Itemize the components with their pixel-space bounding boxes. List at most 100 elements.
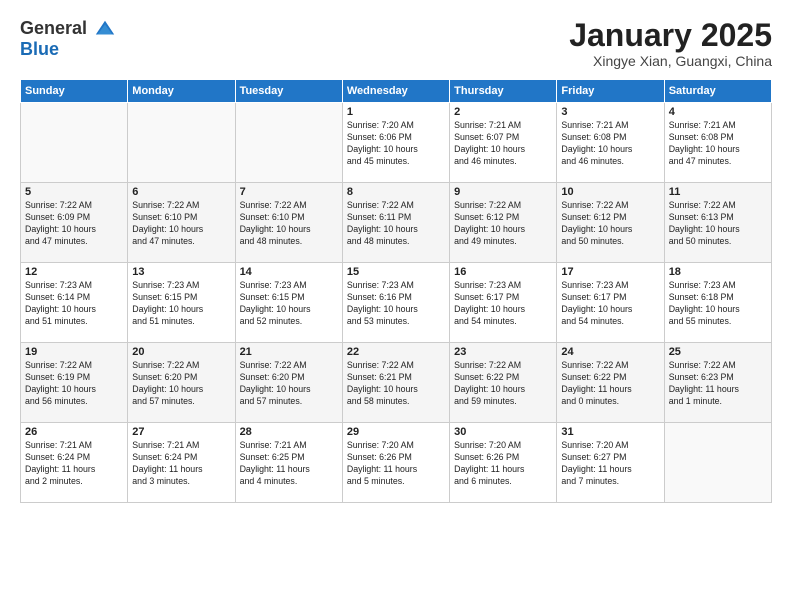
title-block: January 2025 Xingye Xian, Guangxi, China: [569, 18, 772, 69]
day-number: 10: [561, 186, 659, 198]
calendar-cell: [21, 103, 128, 183]
day-number: 22: [347, 346, 445, 358]
day-number: 25: [669, 346, 767, 358]
day-number: 15: [347, 266, 445, 278]
calendar-table: SundayMondayTuesdayWednesdayThursdayFrid…: [20, 79, 772, 503]
day-info: Sunrise: 7:23 AM Sunset: 6:15 PM Dayligh…: [240, 280, 338, 328]
calendar-cell: 31 Sunrise: 7:20 AM Sunset: 6:27 PM Dayli…: [557, 423, 664, 503]
calendar-title: January 2025: [569, 18, 772, 53]
calendar-cell: 14Sunrise: 7:23 AM Sunset: 6:15 PM Dayli…: [235, 263, 342, 343]
calendar-cell: 5Sunrise: 7:22 AM Sunset: 6:09 PM Daylig…: [21, 183, 128, 263]
weekday-header-wednesday: Wednesday: [342, 80, 449, 103]
day-number: 9: [454, 186, 552, 198]
day-number: 20: [132, 346, 230, 358]
day-number: 11: [669, 186, 767, 198]
weekday-header-saturday: Saturday: [664, 80, 771, 103]
day-number: 5: [25, 186, 123, 198]
calendar-cell: 6 Sunrise: 7:22 AM Sunset: 6:10 PM Daylig…: [128, 183, 235, 263]
logo-icon: [94, 18, 116, 40]
day-info: Sunrise: 7:22 AM Sunset: 6:22 PM Dayligh…: [561, 360, 659, 408]
day-info: Sunrise: 7:22 AM Sunset: 6:10 PM Dayligh…: [132, 200, 230, 248]
calendar-cell: [664, 423, 771, 503]
day-number: 27: [132, 426, 230, 438]
calendar-cell: 19 Sunrise: 7:22 AM Sunset: 6:19 PM Dayli…: [21, 343, 128, 423]
day-info: Sunrise: 7:22 AM Sunset: 6:20 PM Dayligh…: [132, 360, 230, 408]
day-number: 29: [347, 426, 445, 438]
day-number: 8: [347, 186, 445, 198]
calendar-week-1: 1Sunrise: 7:20 AM Sunset: 6:06 PM Daylig…: [21, 103, 772, 183]
calendar-cell: 24 Sunrise: 7:22 AM Sunset: 6:22 PM Dayli…: [557, 343, 664, 423]
calendar-cell: 29 Sunrise: 7:20 AM Sunset: 6:26 PM Dayli…: [342, 423, 449, 503]
calendar-cell: 3 Sunrise: 7:21 AM Sunset: 6:08 PM Daylig…: [557, 103, 664, 183]
calendar-cell: 17 Sunrise: 7:23 AM Sunset: 6:17 PM Dayli…: [557, 263, 664, 343]
calendar-cell: 18Sunrise: 7:23 AM Sunset: 6:18 PM Dayli…: [664, 263, 771, 343]
day-info: Sunrise: 7:23 AM Sunset: 6:14 PM Dayligh…: [25, 280, 123, 328]
day-number: 1: [347, 106, 445, 118]
day-info: Sunrise: 7:22 AM Sunset: 6:23 PM Dayligh…: [669, 360, 767, 408]
day-info: Sunrise: 7:22 AM Sunset: 6:19 PM Dayligh…: [25, 360, 123, 408]
day-info: Sunrise: 7:23 AM Sunset: 6:17 PM Dayligh…: [454, 280, 552, 328]
day-info: Sunrise: 7:20 AM Sunset: 6:26 PM Dayligh…: [347, 440, 445, 488]
day-number: 2: [454, 106, 552, 118]
day-number: 3: [561, 106, 659, 118]
day-info: Sunrise: 7:23 AM Sunset: 6:16 PM Dayligh…: [347, 280, 445, 328]
weekday-header-friday: Friday: [557, 80, 664, 103]
weekday-header-thursday: Thursday: [450, 80, 557, 103]
day-info: Sunrise: 7:22 AM Sunset: 6:21 PM Dayligh…: [347, 360, 445, 408]
day-info: Sunrise: 7:22 AM Sunset: 6:10 PM Dayligh…: [240, 200, 338, 248]
day-info: Sunrise: 7:22 AM Sunset: 6:22 PM Dayligh…: [454, 360, 552, 408]
calendar-subtitle: Xingye Xian, Guangxi, China: [569, 53, 772, 69]
logo-general: General: [20, 18, 116, 40]
calendar-cell: 20 Sunrise: 7:22 AM Sunset: 6:20 PM Dayli…: [128, 343, 235, 423]
calendar-cell: 2 Sunrise: 7:21 AM Sunset: 6:07 PM Daylig…: [450, 103, 557, 183]
day-info: Sunrise: 7:23 AM Sunset: 6:17 PM Dayligh…: [561, 280, 659, 328]
calendar-week-4: 19 Sunrise: 7:22 AM Sunset: 6:19 PM Dayli…: [21, 343, 772, 423]
calendar-cell: 1Sunrise: 7:20 AM Sunset: 6:06 PM Daylig…: [342, 103, 449, 183]
page: General Blue January 2025 Xingye Xian, G…: [0, 0, 792, 612]
calendar-cell: 9 Sunrise: 7:22 AM Sunset: 6:12 PM Daylig…: [450, 183, 557, 263]
day-info: Sunrise: 7:22 AM Sunset: 6:12 PM Dayligh…: [454, 200, 552, 248]
weekday-header-monday: Monday: [128, 80, 235, 103]
day-number: 7: [240, 186, 338, 198]
calendar-week-5: 26Sunrise: 7:21 AM Sunset: 6:24 PM Dayli…: [21, 423, 772, 503]
day-info: Sunrise: 7:21 AM Sunset: 6:08 PM Dayligh…: [561, 120, 659, 168]
day-number: 13: [132, 266, 230, 278]
calendar-week-2: 5Sunrise: 7:22 AM Sunset: 6:09 PM Daylig…: [21, 183, 772, 263]
calendar-cell: 7 Sunrise: 7:22 AM Sunset: 6:10 PM Daylig…: [235, 183, 342, 263]
calendar-cell: 27 Sunrise: 7:21 AM Sunset: 6:24 PM Dayli…: [128, 423, 235, 503]
calendar-cell: 10Sunrise: 7:22 AM Sunset: 6:12 PM Dayli…: [557, 183, 664, 263]
calendar-cell: 16 Sunrise: 7:23 AM Sunset: 6:17 PM Dayli…: [450, 263, 557, 343]
calendar-cell: [128, 103, 235, 183]
calendar-cell: 4 Sunrise: 7:21 AM Sunset: 6:08 PM Daylig…: [664, 103, 771, 183]
logo-blue: Blue: [20, 40, 116, 60]
weekday-header-tuesday: Tuesday: [235, 80, 342, 103]
day-number: 19: [25, 346, 123, 358]
day-info: Sunrise: 7:20 AM Sunset: 6:27 PM Dayligh…: [561, 440, 659, 488]
calendar-cell: 21Sunrise: 7:22 AM Sunset: 6:20 PM Dayli…: [235, 343, 342, 423]
header-row: SundayMondayTuesdayWednesdayThursdayFrid…: [21, 80, 772, 103]
day-info: Sunrise: 7:21 AM Sunset: 6:25 PM Dayligh…: [240, 440, 338, 488]
day-info: Sunrise: 7:22 AM Sunset: 6:13 PM Dayligh…: [669, 200, 767, 248]
calendar-cell: 8 Sunrise: 7:22 AM Sunset: 6:11 PM Daylig…: [342, 183, 449, 263]
day-number: 4: [669, 106, 767, 118]
day-info: Sunrise: 7:22 AM Sunset: 6:20 PM Dayligh…: [240, 360, 338, 408]
day-info: Sunrise: 7:21 AM Sunset: 6:24 PM Dayligh…: [25, 440, 123, 488]
calendar-cell: 25 Sunrise: 7:22 AM Sunset: 6:23 PM Dayli…: [664, 343, 771, 423]
day-info: Sunrise: 7:21 AM Sunset: 6:08 PM Dayligh…: [669, 120, 767, 168]
day-number: 12: [25, 266, 123, 278]
day-number: 18: [669, 266, 767, 278]
day-number: 17: [561, 266, 659, 278]
day-info: Sunrise: 7:21 AM Sunset: 6:07 PM Dayligh…: [454, 120, 552, 168]
calendar-cell: 30Sunrise: 7:20 AM Sunset: 6:26 PM Dayli…: [450, 423, 557, 503]
day-info: Sunrise: 7:21 AM Sunset: 6:24 PM Dayligh…: [132, 440, 230, 488]
day-number: 6: [132, 186, 230, 198]
day-number: 24: [561, 346, 659, 358]
day-number: 23: [454, 346, 552, 358]
day-info: Sunrise: 7:20 AM Sunset: 6:26 PM Dayligh…: [454, 440, 552, 488]
calendar-cell: 26Sunrise: 7:21 AM Sunset: 6:24 PM Dayli…: [21, 423, 128, 503]
calendar-cell: 22 Sunrise: 7:22 AM Sunset: 6:21 PM Dayli…: [342, 343, 449, 423]
calendar-cell: 11 Sunrise: 7:22 AM Sunset: 6:13 PM Dayli…: [664, 183, 771, 263]
day-number: 31: [561, 426, 659, 438]
day-number: 16: [454, 266, 552, 278]
day-info: Sunrise: 7:22 AM Sunset: 6:11 PM Dayligh…: [347, 200, 445, 248]
